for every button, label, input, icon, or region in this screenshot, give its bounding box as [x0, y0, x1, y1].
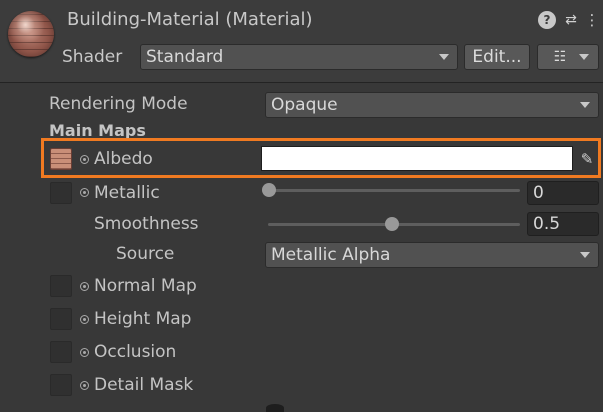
albedo-label: Albedo [94, 149, 153, 169]
texture-picker-icon[interactable] [80, 155, 89, 164]
partial-slider-thumb[interactable] [266, 404, 284, 412]
eyedropper-icon[interactable]: ✎ [575, 146, 599, 171]
chevron-down-icon [439, 54, 449, 60]
albedo-color-field[interactable] [261, 146, 573, 171]
source-value: Metallic Alpha [271, 245, 391, 265]
texture-picker-icon[interactable] [80, 282, 89, 291]
chevron-down-icon [580, 252, 590, 258]
height-map-label: Height Map [94, 309, 192, 329]
occlusion-texture-slot[interactable] [50, 341, 72, 363]
more-options-icon[interactable]: ⋮ [585, 10, 600, 30]
occlusion-label: Occlusion [94, 342, 177, 362]
presets-icon[interactable]: ⇄ [562, 10, 580, 30]
source-label: Source [116, 244, 175, 264]
normal-map-label: Normal Map [94, 276, 197, 296]
texture-picker-icon[interactable] [80, 348, 89, 357]
rendering-mode-label: Rendering Mode [49, 94, 188, 114]
metallic-value-field[interactable]: 0 [527, 181, 599, 205]
texture-picker-icon[interactable] [80, 315, 89, 324]
material-header: Building-Material (Material) ? ⇄ ⋮ Shade… [0, 0, 603, 83]
texture-picker-icon[interactable] [80, 381, 89, 390]
metallic-texture-slot[interactable] [50, 182, 72, 204]
rendering-mode-value: Opaque [271, 95, 338, 115]
smoothness-slider-thumb[interactable] [385, 217, 399, 231]
normal-map-texture-slot[interactable] [50, 275, 72, 297]
help-icon[interactable]: ? [538, 11, 556, 29]
rendering-mode-dropdown[interactable]: Opaque [265, 92, 599, 118]
smoothness-label: Smoothness [94, 214, 199, 234]
metallic-slider-thumb[interactable] [262, 183, 276, 197]
height-map-texture-slot[interactable] [50, 308, 72, 330]
chevron-down-icon [580, 102, 590, 108]
shader-dropdown[interactable]: Standard [140, 44, 458, 70]
shader-label: Shader [62, 47, 123, 67]
source-dropdown[interactable]: Metallic Alpha [265, 242, 599, 268]
chevron-down-icon [579, 54, 589, 60]
texture-picker-icon[interactable] [80, 188, 89, 197]
metallic-label: Metallic [94, 183, 160, 203]
detail-mask-texture-slot[interactable] [50, 374, 72, 396]
detail-mask-label: Detail Mask [94, 375, 194, 395]
shader-options-button[interactable]: ☷ [537, 44, 599, 70]
shader-value: Standard [146, 47, 224, 67]
metallic-slider-track[interactable] [268, 189, 520, 192]
list-icon: ☷ [553, 49, 567, 65]
albedo-texture-slot[interactable] [50, 148, 72, 170]
smoothness-value-field[interactable]: 0.5 [527, 212, 599, 236]
edit-shader-button[interactable]: Edit... [464, 44, 530, 70]
material-preview-sphere[interactable] [8, 11, 54, 57]
material-title: Building-Material (Material) [67, 9, 313, 30]
